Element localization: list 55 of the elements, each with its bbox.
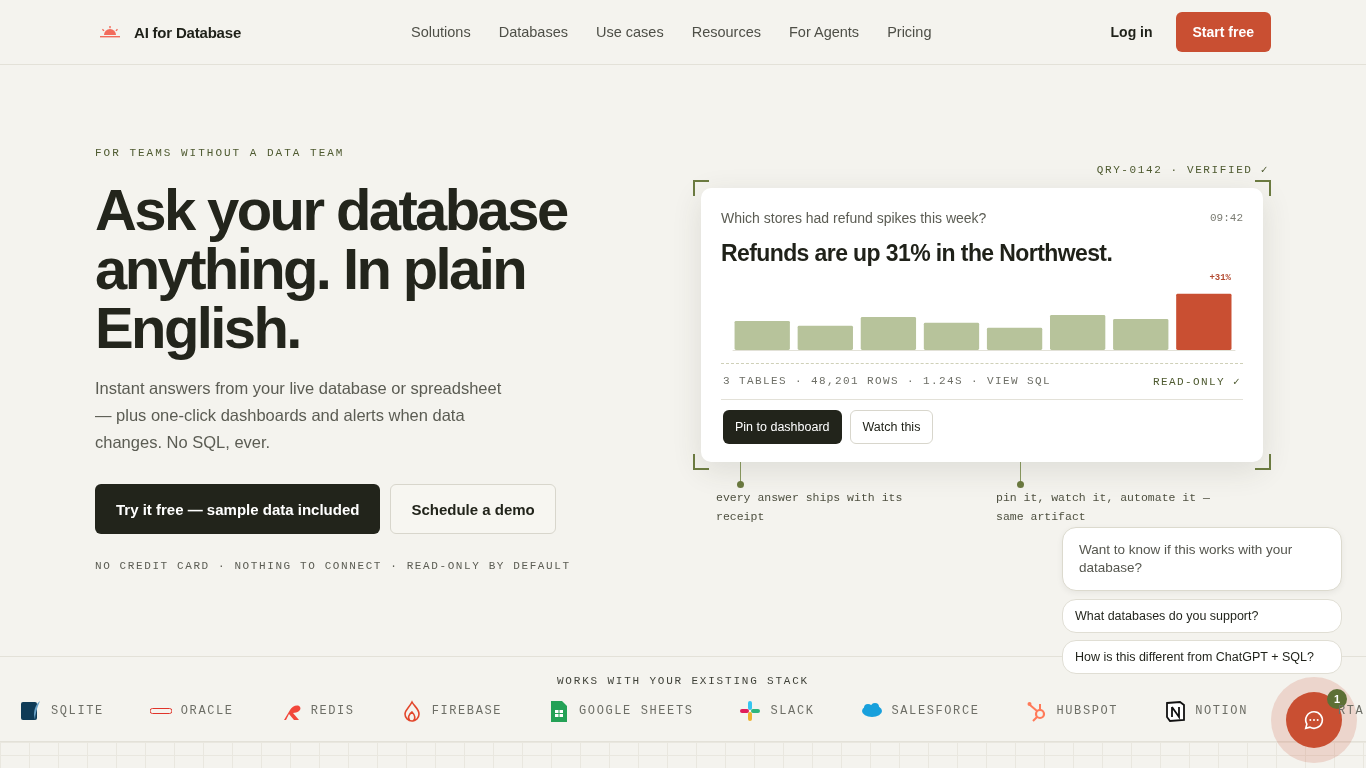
bar <box>1176 293 1232 351</box>
pin-button[interactable]: Pin to dashboard <box>723 410 842 444</box>
timestamp: 09:42 <box>1210 212 1243 224</box>
start-free-button[interactable]: Start free <box>1175 12 1271 52</box>
bar <box>860 317 917 351</box>
integration-name: FIREBASE <box>431 704 503 718</box>
hero-note: NO CREDIT CARD · NOTHING TO CONNECT · READ-ONLY BY DEFAULT <box>95 560 572 572</box>
chat-prompt: Want to know if this works with your database? <box>1062 527 1342 591</box>
nav-link[interactable]: Databases <box>498 24 568 40</box>
nav-link[interactable]: For Agents <box>789 24 860 40</box>
query-tag: QRY-0142 · VERIFIED ✓ <box>1096 163 1269 176</box>
kicker-text: FOR TEAMS WITHOUT A DATA TEAM <box>95 147 346 159</box>
query-meta: 3 TABLES · 48,201 ROWS · 1.24S · VIEW SQL <box>723 375 1052 388</box>
bar <box>797 325 853 351</box>
logo-icon <box>739 700 762 722</box>
logo-icon <box>1025 700 1048 722</box>
logo-icon <box>20 700 42 722</box>
watch-button[interactable]: Watch this <box>849 410 934 444</box>
integration-name: ORACLE <box>180 704 234 718</box>
nav-link[interactable]: Pricing <box>887 24 932 40</box>
integration-name: NOTION <box>1195 704 1248 718</box>
suggestion-chip[interactable]: What databases do you support? <box>1062 599 1342 633</box>
read-only-label: READ-ONLY ✓ <box>1152 375 1241 388</box>
chart-value-label: +31% <box>1209 273 1231 283</box>
suggestion-chip[interactable]: How is this different from ChatGPT + SQL? <box>1062 640 1342 674</box>
callout-text: pin it, watch it, automate it — same artifact <box>996 490 1211 525</box>
chat-bubble-icon <box>1303 709 1325 731</box>
stack-heading: WORKS WITH YOUR EXISTING STACK <box>555 675 810 687</box>
brand-name[interactable]: AI for Database <box>134 23 242 41</box>
bar <box>1113 318 1169 351</box>
schedule-demo-button[interactable]: Schedule a demo <box>390 484 556 534</box>
integration-name: SQLITE <box>51 704 104 718</box>
hero-subtitle: Instant answers from your live database or spreadsheet — plus one-click dashboards and alerts when data changes. No SQL, ever. <box>95 378 503 453</box>
nav-link[interactable]: Solutions <box>411 24 471 40</box>
nav-link[interactable]: Resources <box>691 24 761 40</box>
integration-name: SLACK <box>770 704 815 718</box>
integration-name: REDIS <box>310 704 355 718</box>
bar <box>1050 315 1106 351</box>
answer-headline: Refunds are up 31% in the Northwest. <box>721 240 1114 267</box>
pointer-line <box>737 462 744 488</box>
bar <box>923 322 980 351</box>
login-link[interactable]: Log in <box>1110 24 1153 40</box>
bar <box>986 327 1043 351</box>
logo-icon <box>1164 700 1187 722</box>
integration-name: GOOGLE SHEETS <box>579 704 694 718</box>
bar <box>734 320 790 351</box>
integration-name: SALESFORCE <box>891 704 980 718</box>
pointer-line <box>1017 462 1024 488</box>
nav-link[interactable]: Use cases <box>596 24 664 40</box>
integration-name: HUBSPOT <box>1056 704 1119 718</box>
question-text: Which stores had refund spikes this week? <box>721 210 987 226</box>
callout-text: every answer ships with its receipt <box>716 490 904 525</box>
wordmark-icon <box>149 708 172 714</box>
sun-logo-icon <box>100 26 120 38</box>
try-free-button[interactable]: Try it free — sample data included <box>95 484 381 534</box>
